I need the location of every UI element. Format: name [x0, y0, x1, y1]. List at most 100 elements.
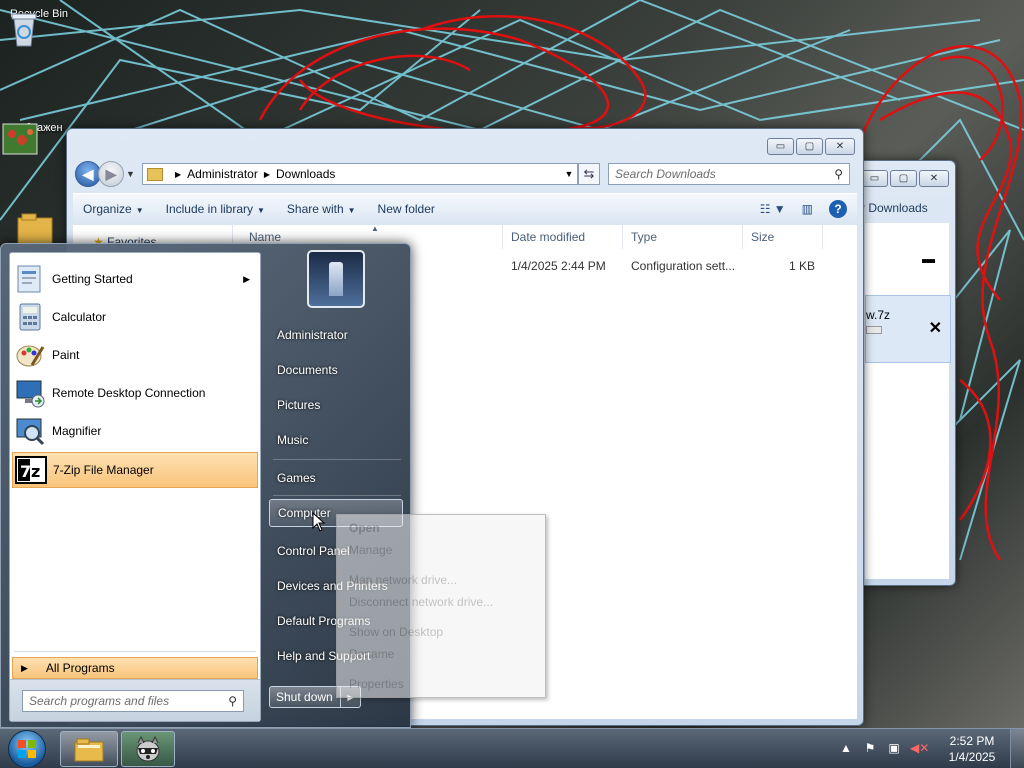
link-administrator[interactable]: Administrator	[269, 320, 403, 350]
show-hidden-icons-icon[interactable]: ▲	[838, 741, 854, 757]
ctx-rename[interactable]: Rename	[349, 647, 394, 661]
start-button[interactable]	[4, 729, 50, 768]
breadcrumb-administrator[interactable]: Administrator	[187, 167, 258, 181]
forward-button[interactable]: ▶	[98, 161, 124, 187]
ctx-properties[interactable]: Properties	[349, 677, 404, 691]
taskbar-explorer-button[interactable]	[60, 731, 118, 767]
link-games[interactable]: Games	[269, 463, 403, 493]
search-icon[interactable]: ⚲	[228, 694, 237, 708]
image-desktop-icon[interactable]: изображен	[0, 122, 70, 155]
folders-icon	[74, 738, 104, 762]
search-downloads-placeholder: Search Downloads	[615, 167, 716, 181]
help-icon[interactable]: ?	[829, 200, 847, 218]
organize-label: Organize	[83, 201, 132, 216]
minimize-button[interactable]: ▭	[767, 138, 794, 155]
shutdown-button[interactable]: Shut down	[269, 686, 341, 708]
column-date-label: Date modified	[511, 230, 586, 244]
getting-started-icon	[17, 265, 41, 293]
network-icon[interactable]: ▣	[886, 741, 902, 757]
search-icon[interactable]: ⚲	[834, 167, 843, 181]
search-downloads-input[interactable]: Search Downloads ⚲	[608, 163, 850, 185]
back-window-title: r Downloads	[861, 201, 928, 215]
link-music[interactable]: Music	[269, 425, 403, 455]
chevron-down-icon: ▼	[347, 205, 356, 215]
column-type[interactable]: Type	[623, 225, 743, 249]
start-search-input[interactable]: Search programs and files ⚲	[22, 690, 244, 712]
minimize-button[interactable]: ▭	[861, 170, 888, 187]
paint-icon	[16, 345, 45, 367]
triangle-right-icon: ▶	[21, 662, 28, 673]
address-field[interactable]: ▶ Administrator ▶ Downloads ▼	[142, 163, 578, 185]
program-getting-started[interactable]: Getting Started ▶	[12, 261, 258, 297]
submenu-arrow-icon[interactable]: ▶	[243, 274, 250, 285]
ctx-map-network-drive[interactable]: Map network drive...	[349, 573, 457, 587]
maximize-button[interactable]: ▢	[890, 170, 917, 187]
programs-divider	[14, 651, 256, 652]
file-date: 1/4/2025 2:44 PM	[511, 259, 606, 273]
raccoon-app-icon	[136, 735, 160, 762]
close-button[interactable]: ✕	[919, 170, 949, 187]
preview-pane-icon[interactable]: ▥	[802, 202, 813, 216]
folder-open-icon[interactable]: ▬	[922, 251, 935, 266]
computer-context-menu: Open Manage Map network drive... Disconn…	[336, 514, 546, 698]
download-item[interactable]: w.7z ✕	[865, 295, 951, 363]
ctx-show-on-desktop[interactable]: Show on Desktop	[349, 625, 443, 639]
share-with-menu[interactable]: Share with ▼	[287, 202, 356, 216]
download-window-back[interactable]: ▭ ▢ ✕ r Downloads ▬ w.7z ✕	[858, 160, 956, 586]
svg-text:z: z	[31, 462, 40, 481]
show-desktop-button[interactable]	[1010, 729, 1024, 768]
breadcrumb-downloads[interactable]: Downloads	[276, 167, 335, 181]
ctx-disconnect-network-drive[interactable]: Disconnect network drive...	[349, 595, 493, 609]
sort-ascending-icon: ▲	[371, 224, 379, 233]
start-search-area: Search programs and files ⚲	[10, 679, 260, 721]
column-size[interactable]: Size	[743, 225, 823, 249]
link-pictures[interactable]: Pictures	[269, 390, 403, 420]
include-in-library-menu[interactable]: Include in library ▼	[166, 202, 265, 216]
share-with-label: Share with	[286, 201, 344, 216]
program-label: Calculator	[52, 310, 107, 324]
recycle-bin-icon	[11, 13, 37, 47]
organize-menu[interactable]: Organize ▼	[83, 202, 144, 216]
recent-pages-dropdown[interactable]: ▼	[126, 169, 136, 179]
program-calculator[interactable]: Calculator	[12, 299, 258, 335]
program-remote-desktop[interactable]: Remote Desktop Connection	[12, 375, 258, 411]
address-bar-row: ◀ ▶ ▼ ▶ Administrator ▶ Downloads ▼ ⇆ Se…	[75, 161, 855, 187]
address-dropdown-icon[interactable]: ▼	[561, 169, 577, 179]
volume-muted-icon[interactable]: ◀✕	[910, 741, 929, 757]
folder-icon	[17, 213, 53, 245]
folder-icon	[147, 167, 163, 181]
cancel-download-icon[interactable]: ✕	[929, 318, 942, 338]
back-window-caption-buttons: ▭ ▢ ✕	[861, 170, 949, 187]
download-progress-bar	[866, 326, 882, 334]
program-magnifier[interactable]: Magnifier	[12, 413, 258, 449]
caption-buttons: ▭ ▢ ✕	[767, 138, 855, 155]
program-label: Magnifier	[52, 424, 102, 438]
close-button[interactable]: ✕	[825, 138, 855, 155]
system-clock[interactable]: 2:52 PM 1/4/2025	[934, 733, 1010, 765]
new-folder-button[interactable]: New folder	[378, 202, 435, 216]
maximize-button[interactable]: ▢	[796, 138, 823, 155]
recycle-bin-desktop-icon[interactable]: Recycle Bin	[4, 8, 74, 47]
clock-date: 1/4/2025	[948, 750, 996, 764]
program-paint[interactable]: Paint	[12, 337, 258, 373]
file-size: 1 KB	[788, 259, 815, 273]
ctx-open[interactable]: Open	[349, 521, 380, 535]
column-date-modified[interactable]: Date modified	[503, 225, 623, 249]
ctx-manage[interactable]: Manage	[349, 543, 392, 557]
all-programs-button[interactable]: ▶ All Programs	[12, 657, 258, 679]
chevron-right-icon[interactable]: ▶	[264, 170, 270, 179]
change-view-icon[interactable]: ☷ ▼	[760, 202, 786, 216]
column-size-label: Size	[751, 230, 775, 244]
taskbar-app-button[interactable]	[121, 731, 175, 767]
action-center-flag-icon[interactable]: ⚑	[862, 741, 878, 757]
folder-desktop-icon[interactable]	[16, 212, 56, 246]
refresh-button[interactable]: ⇆	[578, 163, 600, 185]
mouse-pointer-icon	[312, 512, 326, 532]
program-7zip-file-manager[interactable]: 7z 7-Zip File Manager	[12, 452, 258, 488]
image-file-icon	[2, 123, 38, 155]
chevron-right-icon[interactable]: ▶	[175, 170, 181, 179]
link-documents[interactable]: Documents	[269, 355, 403, 385]
all-programs-label: All Programs	[45, 661, 115, 675]
download-item-name: w.7z	[866, 308, 891, 322]
user-picture[interactable]	[307, 250, 365, 308]
